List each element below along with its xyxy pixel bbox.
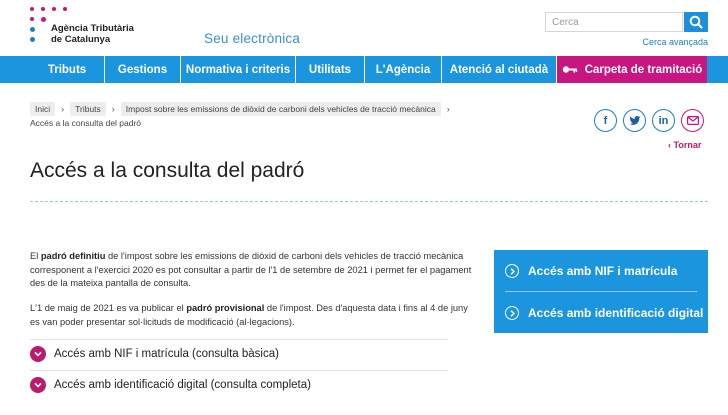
site-name[interactable]: Seu electrònica [204, 31, 300, 46]
twitter-share-button[interactable] [623, 109, 646, 132]
search-icon [689, 15, 703, 29]
nav-item-tributs[interactable]: Tributs [0, 56, 105, 83]
p2-text-bold: padró provisional [186, 303, 265, 313]
p1-text-pre: El [30, 251, 41, 261]
chevron-right-icon: › [446, 104, 450, 114]
access-box: Accés amb NIF i matrícula Accés amb iden… [494, 250, 708, 333]
nav-item-gestions[interactable]: Gestions [105, 56, 181, 83]
nav-item-label: Tributs [47, 63, 87, 76]
chevron-down-icon [30, 376, 46, 393]
breadcrumb-current: Accés a la consulta del padró [30, 118, 142, 128]
nav-item-label: Carpeta de tramitació [584, 63, 703, 76]
access-digital-link[interactable]: Accés amb identificació digital [505, 303, 703, 323]
nav-item-label: L'Agència [375, 63, 431, 76]
logo-line-2: de Catalunya [51, 34, 111, 45]
breadcrumb-inici[interactable]: Inici [30, 102, 56, 116]
nav-item-label: Gestions [117, 63, 168, 76]
linkedin-share-button[interactable]: in [652, 109, 675, 132]
accordion-item-nif[interactable]: Accés amb NIF i matrícula (consulta bàsi… [30, 339, 448, 367]
nav-item-atencio[interactable]: Atenció al ciutadà [442, 56, 557, 83]
advanced-search-link[interactable]: Cerca avançada [642, 37, 708, 47]
search-input[interactable] [545, 12, 683, 32]
page-title: Accés a la consulta del padró [30, 159, 305, 182]
back-link-label: Tornar [673, 140, 702, 150]
linkedin-icon: in [658, 114, 669, 127]
back-link[interactable]: ‹ Tornar [668, 140, 701, 150]
nav-item-normativa[interactable]: Normativa i criteris [181, 56, 296, 83]
nav-item-label: Utilitats [308, 63, 352, 76]
chevron-right-circle-icon [505, 306, 519, 320]
nav-item-label: Normativa i criteris [185, 63, 291, 76]
access-box-divider [505, 291, 697, 292]
intro-paragraph-2: L'1 de maig de 2021 es va publicar el pa… [30, 302, 478, 329]
accordion-label: Accés amb NIF i matrícula (consulta bàsi… [54, 347, 279, 360]
email-share-button[interactable] [681, 109, 704, 132]
email-icon [686, 116, 699, 125]
chevron-down-icon [30, 345, 46, 362]
title-divider [30, 201, 708, 202]
nav-item-agencia[interactable]: L'Agència [365, 56, 442, 83]
p2-text-pre: L'1 de maig de 2021 es va publicar el [30, 303, 187, 313]
site-header: Agència Tributària de Catalunya Seu elec… [0, 0, 728, 56]
nav-item-utilitats[interactable]: Utilitats [296, 56, 365, 83]
search-button[interactable] [684, 12, 708, 32]
nav-item-label: Atenció al ciutadà [449, 63, 549, 76]
p1-text-bold: padró definitiu [40, 251, 106, 261]
breadcrumb-tributs[interactable]: Tributs [70, 102, 106, 116]
accordion-label: Accés amb identificació digital (consult… [54, 378, 311, 391]
facebook-icon: f [603, 114, 608, 127]
chevron-right-icon: › [111, 104, 115, 114]
chevron-right-circle-icon [505, 264, 519, 278]
facebook-share-button[interactable]: f [594, 109, 617, 132]
access-nif-link[interactable]: Accés amb NIF i matrícula [505, 261, 677, 281]
key-icon [562, 66, 577, 73]
twitter-icon [628, 115, 640, 125]
logo-text: Agència Tributària de Catalunya [51, 23, 134, 45]
intro-paragraph-1: El padró definitiu de l'impost sobre les… [30, 250, 478, 291]
logo-line-1: Agència Tributària [51, 23, 134, 34]
access-link-label: Accés amb NIF i matrícula [528, 264, 678, 278]
breadcrumb: Inici › Tributs › Impost sobre les emiss… [30, 102, 456, 116]
main-nav-bar: Tributs Gestions Normativa i criteris Ut… [0, 56, 728, 83]
breadcrumb-impost[interactable]: Impost sobre les emissions de diòxid de … [120, 102, 441, 116]
access-link-label: Accés amb identificació digital [528, 306, 704, 320]
accordion-item-digital[interactable]: Accés amb identificació digital (consult… [30, 370, 448, 398]
nav-item-carpeta[interactable]: Carpeta de tramitació [557, 56, 707, 83]
chevron-right-icon: › [61, 104, 65, 114]
